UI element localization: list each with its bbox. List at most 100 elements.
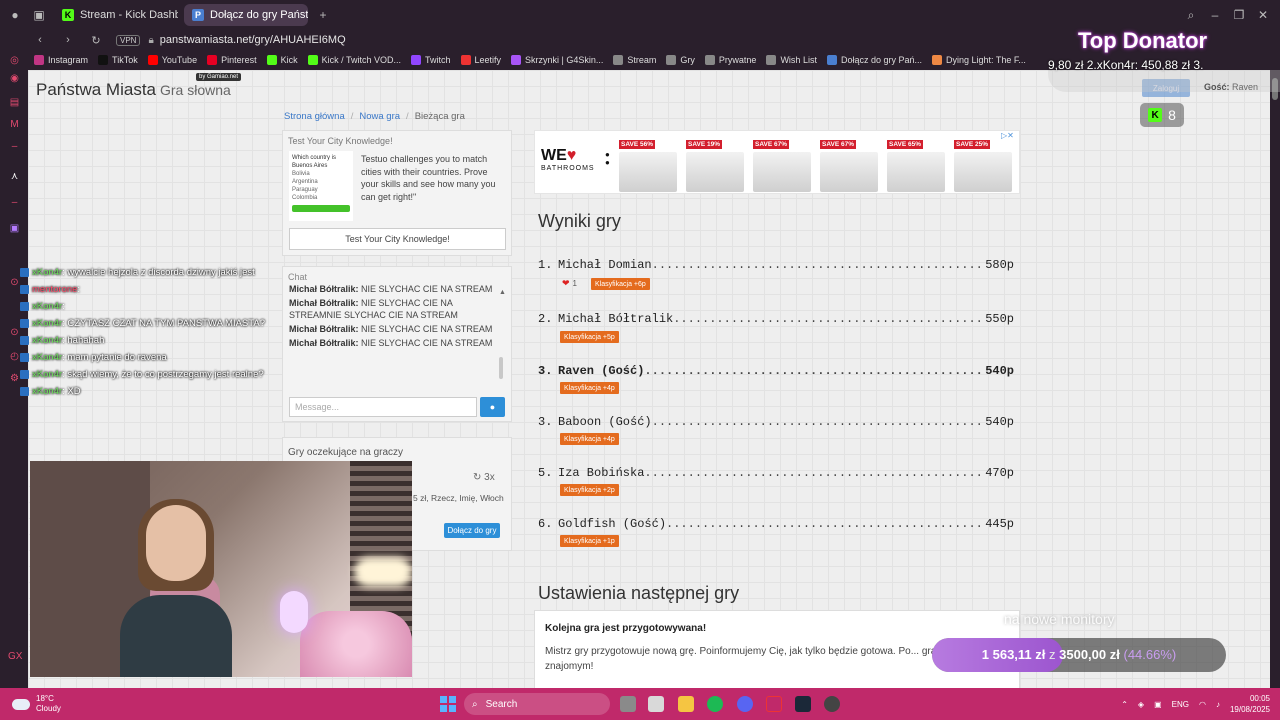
forward-icon[interactable]: › [58,34,78,46]
weather-widget[interactable]: 18°C Cloudy [12,694,61,714]
like-counter[interactable]: ❤ 1 [562,278,577,289]
webcam-feed [30,461,412,677]
obs-icon[interactable] [824,696,840,712]
bookmark-item[interactable]: YouTube [147,55,197,65]
task-view-icon[interactable] [620,696,636,712]
chat-message-input[interactable]: Message... [289,397,477,417]
network-icon[interactable]: ◈ [1138,700,1144,709]
url-field[interactable]: panstwamiasta.net/gry/AHUAHEI6MQ [160,34,346,46]
results-heading: Wyniki gry [538,211,621,231]
bookmark-item[interactable]: TikTok [98,55,138,65]
chat-message-author: Michał Bółtralik: [289,338,359,348]
tab-panstwa-miasta[interactable]: P Dołącz do gry Państwa M ✕ [184,4,308,26]
weather-temp: 18°C [36,694,54,703]
next-game-settings-heading: Ustawienia następnej gry [538,583,740,603]
browser-menu-icon[interactable]: ● [6,6,24,24]
send-message-button[interactable]: ● [480,397,505,417]
twitch-icon[interactable]: ▣ [8,222,21,235]
banner-logo: WE♥ [541,147,576,165]
bookmark-favicon-icon [704,55,715,65]
spotify-icon[interactable] [707,696,723,712]
clock[interactable]: 00:05 19/08/2025 [1230,693,1270,715]
banner-product[interactable]: SAVE 19% [686,135,744,192]
bookmark-item[interactable]: Dołącz do gry Pań... [826,55,922,65]
streamer-body [120,595,232,677]
lock-icon[interactable]: 🔒︎ [148,35,153,46]
bookmark-item[interactable]: Kick [266,55,298,65]
vpn-badge[interactable]: VPN [116,34,141,46]
chevron-up-icon[interactable]: ⌃ [1121,700,1128,709]
close-window-icon[interactable]: ✕ [1254,6,1272,24]
bookmark-item[interactable]: Pinterest [207,55,257,65]
new-tab-icon[interactable]: + [314,6,332,24]
banner-product[interactable]: SAVE 65% [887,135,945,192]
bookmark-favicon-icon [147,55,158,65]
steam-icon[interactable] [795,696,811,712]
bookmark-item[interactable]: Twitch [410,55,451,65]
workspaces-icon[interactable]: ▣ [30,6,48,24]
bookmark-item[interactable]: Skrzynki | G4Skin... [511,55,603,65]
minimize-icon[interactable]: – [1206,6,1224,24]
reload-icon[interactable]: ↻ [86,34,106,47]
ad-cta-button[interactable]: Test Your City Knowledge! [289,228,506,250]
banner-product[interactable]: SAVE 56% [619,135,677,192]
windows-taskbar: 18°C Cloudy ⌕ Search ⌃ ◈ ▣ ENG ◠ ♪ 00:05 19… [0,688,1280,720]
bookmark-item[interactable]: Prywatne [704,55,756,65]
overlay-chat-message: mentorone: [20,283,282,296]
banner-product[interactable]: SAVE 67% [753,135,811,192]
sidebar-app-icon[interactable]: ◎ [8,54,21,67]
discord-icon[interactable] [737,696,753,712]
bathroom-banner-ad[interactable]: WE♥ BATHROOMS ● ● ▷✕ SAVE 56% SAVE 19% SAVE… [534,130,1020,194]
search-label: Search [485,698,518,710]
bookmark-item[interactable]: Wish List [766,55,817,65]
ad-quiz-image[interactable]: Which country is Buenos Aires Bolivia Ar… [289,151,353,221]
language-indicator[interactable]: ENG [1172,700,1189,709]
volume-icon[interactable]: ♪ [1216,700,1220,709]
sidebar-app-icon[interactable]: M [8,118,21,131]
tab-kick-dashboard[interactable]: K Stream - Kick Dashboard [54,4,178,26]
maximize-icon[interactable]: ❐ [1230,6,1248,24]
wifi-icon[interactable]: ◠ [1199,700,1206,709]
sidebar-app-icon[interactable]: GX [8,650,22,663]
bookmark-favicon-icon [266,55,277,65]
breadcrumb-home[interactable]: Strona główna [284,111,345,122]
taskbar-search[interactable]: ⌕ Search [464,693,610,715]
banner-product[interactable]: SAVE 25% [954,135,1012,192]
site-title[interactable]: Państwa Miasta Gra słowna [36,80,231,100]
chat-scroll-thumb[interactable] [499,357,503,379]
bookmark-item[interactable]: Instagram [34,55,88,65]
bookmark-item[interactable]: Gry [666,55,695,65]
page-scrollbar[interactable] [1270,70,1280,688]
breadcrumb-new-game[interactable]: Nowa gra [359,111,400,122]
bookmark-favicon-icon [511,55,522,65]
bookmark-item[interactable]: Kick / Twitch VOD... [307,55,401,65]
bookmark-item[interactable]: Leetify [460,55,501,65]
back-icon[interactable]: ‹ [30,34,50,46]
result-leader-dots [644,466,985,480]
banner-product[interactable]: SAVE 67% [820,135,878,192]
chevron-up-icon[interactable]: ▲ [499,289,506,296]
sidebar-app-icon[interactable]: ⋏ [8,170,21,183]
windows-start-icon[interactable] [440,696,456,712]
store-icon[interactable] [648,696,664,712]
bookmark-item[interactable]: Dying Light: The F... [932,55,1026,65]
result-rank: 5. [538,466,553,480]
sidebar-app-icon[interactable]: ▤ [8,96,21,109]
file-explorer-icon[interactable] [678,696,694,712]
site-favicon-icon: P [192,9,204,21]
chat-badge-icon [20,301,29,311]
result-points: 445p [985,517,1014,531]
ad-title: Test Your City Knowledge! [288,136,393,146]
bookmark-label: Wish List [780,55,817,65]
tray-app-icon[interactable]: ▣ [1154,700,1162,709]
overlay-chat-message: xKon4r: CZYTASZ CZAT NA TYM PANSTWA MIAS… [20,317,282,330]
chat-message: Michał Bółtralik: NIE SLYCHAC CIE NA STR… [289,283,495,295]
search-tabs-icon[interactable]: ⌕ [1182,6,1200,24]
product-image [820,152,878,192]
chat-scrollbar[interactable]: ▲ [499,283,506,387]
sidebar-app-icon[interactable]: ◉ [8,72,21,85]
opera-gx-icon[interactable] [766,696,782,712]
bookmark-item[interactable]: Stream [613,55,656,65]
classification-badge: Klasyfikacja +4p [560,382,619,394]
join-game-button[interactable]: Dołącz do gry [444,523,500,538]
